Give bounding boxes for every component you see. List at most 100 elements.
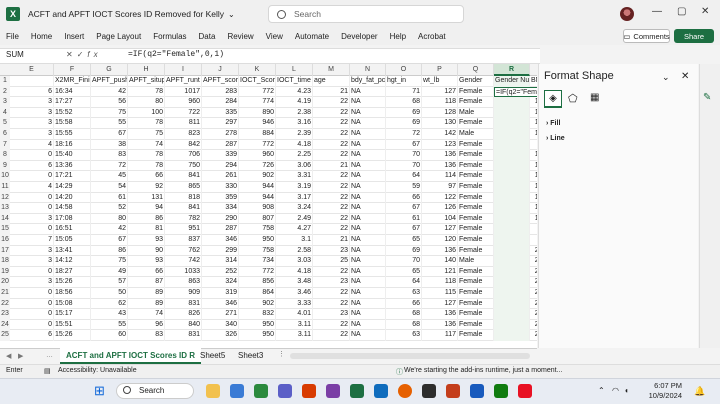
table-cell[interactable]: 19.55477 [530,161,537,172]
table-cell[interactable] [494,266,530,278]
table-cell[interactable]: 902 [239,298,276,310]
table-cell[interactable]: 297 [202,118,239,129]
table-cell[interactable]: 6 [10,160,54,172]
excel-app-icon[interactable]: X [6,7,20,21]
table-cell[interactable]: 89 [128,288,165,299]
table-cell[interactable]: Female [458,118,494,129]
table-cell[interactable]: 22 [313,213,350,225]
table-cell[interactable]: 4.19 [276,97,313,108]
table-cell[interactable]: 19.77565 [530,203,537,214]
table-cell[interactable]: 59 [386,182,422,193]
table-cell[interactable]: 278 [202,129,239,140]
table-cell[interactable]: Female [458,319,494,331]
more-sheets-icon[interactable]: … [46,352,53,359]
table-cell[interactable]: 74 [128,139,165,151]
xbox-icon[interactable] [494,384,508,398]
table-cell[interactable]: 3 [10,213,54,225]
table-cell[interactable]: 7 [10,235,54,246]
table-cell[interactable]: 734 [239,256,276,267]
fill-line-tab-icon[interactable]: ◈ [544,90,562,108]
table-cell[interactable]: 136 [422,160,458,172]
table-cell[interactable]: 20.0108 [530,235,537,246]
table-cell[interactable]: 742 [165,256,202,267]
table-cell[interactable]: 807 [239,213,276,225]
firefox-icon[interactable] [398,384,412,398]
table-cell[interactable] [494,235,530,246]
table-cell[interactable]: 831 [165,330,202,341]
table-cell[interactable]: 3.03 [276,256,313,267]
table-cell[interactable]: 0 [10,288,54,299]
table-cell[interactable]: NA [350,182,386,193]
table-cell[interactable]: 3 [10,107,54,119]
table-cell[interactable]: 3 [10,118,54,129]
table-cell[interactable]: 67 [386,224,422,235]
table-cell[interactable]: 122 [422,192,458,204]
table-cell[interactable]: 841 [165,203,202,214]
table-cell[interactable]: NA [350,129,386,140]
office-icon[interactable] [302,384,316,398]
table-cell[interactable]: 1033 [165,266,202,278]
pane-options-chevron-icon[interactable]: ⌄ [662,72,670,83]
onenote-icon[interactable] [326,384,340,398]
table-cell[interactable] [494,203,530,214]
column-title-cell[interactable]: APFT_scor [202,76,239,87]
table-cell[interactable]: 4.27 [276,224,313,235]
table-cell[interactable]: 3 [10,256,54,267]
table-cell[interactable]: 17:27 [54,97,91,108]
table-cell[interactable]: 842 [165,139,202,151]
column-header[interactable]: R [494,64,530,76]
table-cell[interactable]: 140 [422,256,458,267]
row-number[interactable]: 11 [0,182,10,193]
table-cell[interactable]: 314 [202,256,239,267]
table-cell[interactable] [494,330,530,341]
table-cell[interactable] [494,171,530,182]
row-number[interactable]: 2 [0,86,10,98]
table-cell[interactable]: 42 [91,86,128,98]
search-box[interactable]: Search [268,5,464,23]
table-cell[interactable]: 340 [202,319,239,331]
effects-tab-icon[interactable]: ⬠ [568,92,578,105]
table-cell[interactable]: 0 [10,309,54,320]
table-cell[interactable]: 20.72197 [530,309,537,320]
table-cell[interactable]: 758 [239,245,276,257]
column-title-cell[interactable]: wt_lb [422,76,458,87]
table-cell[interactable]: 61 [386,213,422,225]
table-cell[interactable]: Female [458,309,494,320]
table-cell[interactable]: 3.46 [276,288,313,299]
row-number[interactable]: 20 [0,277,10,288]
tab-scroll-right-icon[interactable]: ▶ [18,352,23,360]
table-cell[interactable]: 78 [128,118,165,129]
table-cell[interactable]: 4 [10,139,54,151]
table-cell[interactable] [494,309,530,320]
row-number[interactable]: 12 [0,192,10,204]
table-cell[interactable]: Female [458,245,494,257]
table-cell[interactable]: 15:05 [54,235,91,246]
row-number[interactable]: 15 [0,224,10,235]
menu-developer[interactable]: Developer [335,32,383,41]
menu-data[interactable]: Data [193,32,222,41]
table-cell[interactable]: 123 [422,139,458,151]
table-cell[interactable]: 43 [91,309,128,320]
table-cell[interactable]: 294 [202,160,239,172]
table-cell[interactable]: NA [350,330,386,341]
table-cell[interactable]: 136 [422,309,458,320]
table-cell[interactable]: 66 [386,192,422,204]
table-cell[interactable]: 823 [165,129,202,140]
column-header[interactable]: M [313,64,350,76]
horizontal-scrollbar[interactable] [290,353,530,359]
table-cell[interactable]: 339 [202,150,239,161]
table-cell[interactable]: 127 [422,224,458,235]
table-cell[interactable]: 3 [10,245,54,257]
table-cell[interactable]: 13:36 [54,160,91,172]
table-cell[interactable]: 22 [313,171,350,182]
table-cell[interactable]: 818 [165,192,202,204]
table-cell[interactable]: 0 [10,192,54,204]
table-cell[interactable]: 130 [422,118,458,129]
table-cell[interactable]: NA [350,139,386,151]
table-cell[interactable]: 65 [386,235,422,246]
table-cell[interactable]: 18:16 [54,139,91,151]
column-title-cell[interactable]: IOCT_Scor [239,76,276,87]
table-cell[interactable]: 66 [386,298,422,310]
table-cell[interactable]: Female [458,139,494,151]
table-cell[interactable]: 67 [386,203,422,214]
